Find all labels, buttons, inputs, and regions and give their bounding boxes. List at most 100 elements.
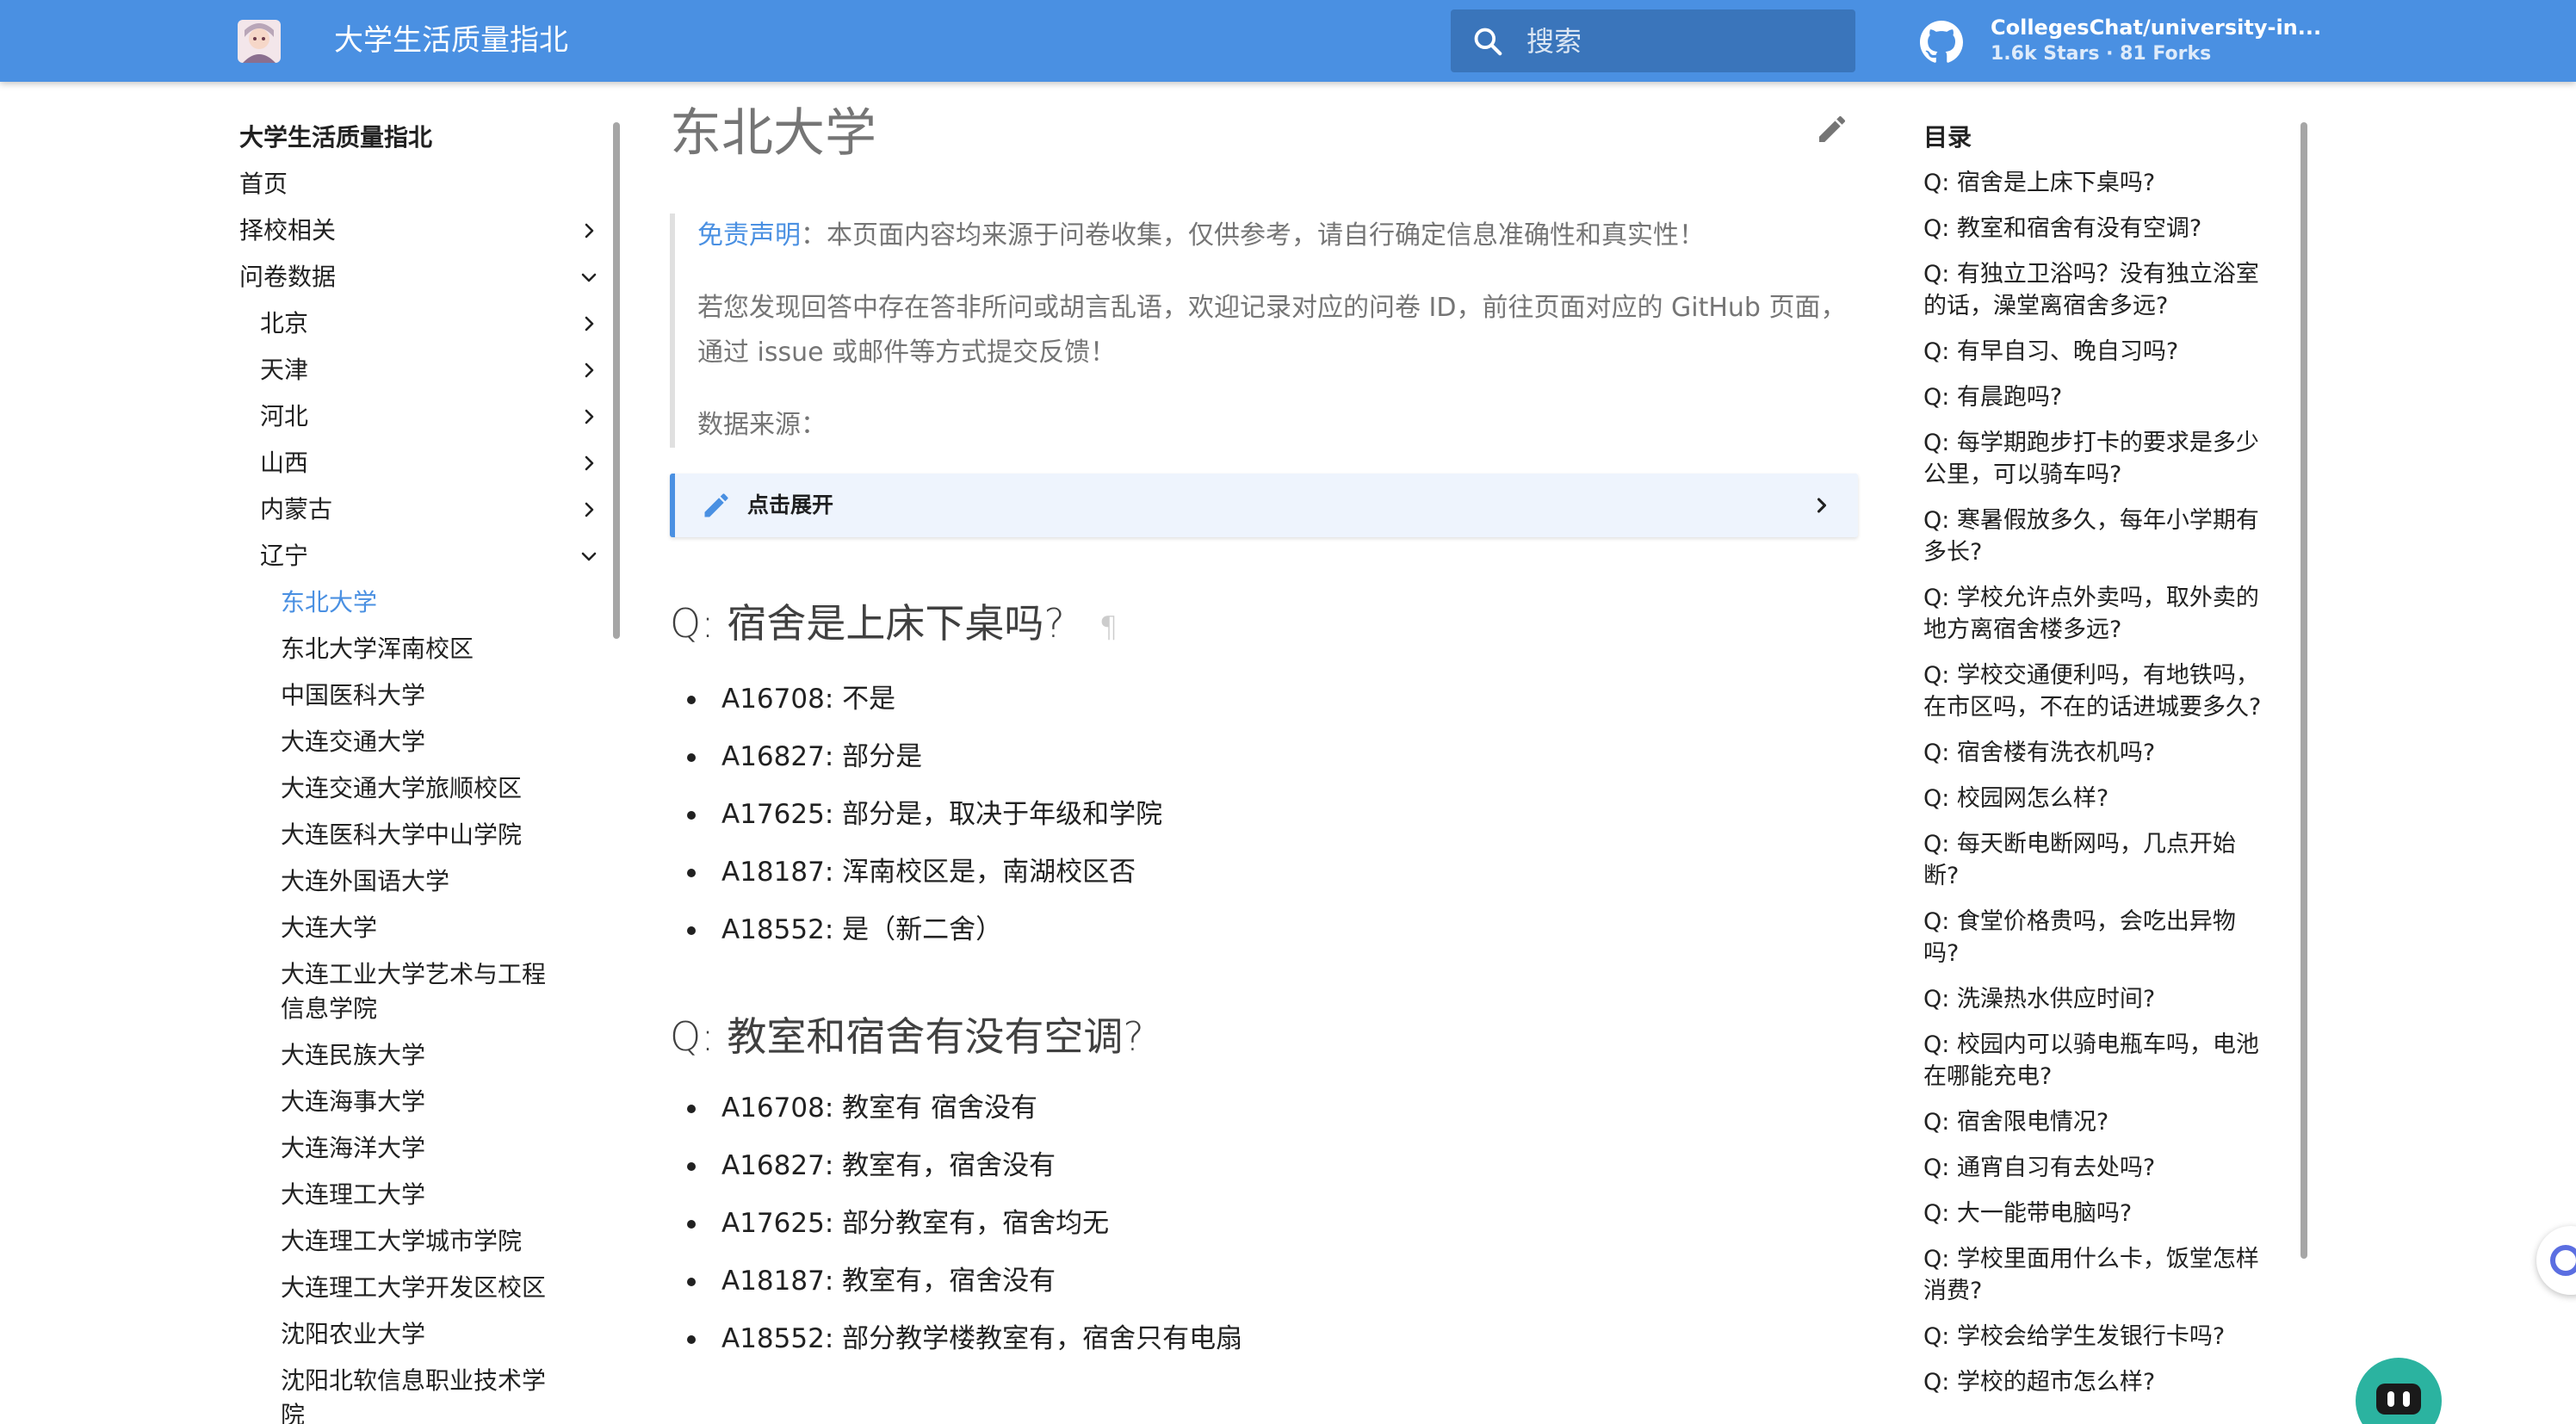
answer-list: A16708: 不是 A16827: 部分是 A17625: 部分是，取决于年级和学… <box>670 679 1858 950</box>
nav-item[interactable]: 山西 <box>239 446 601 480</box>
qa-section: Q: 教室和宿舍有没有空调? A16708: 教室有 宿舍没有 A16827: 教室… <box>670 1002 1858 1359</box>
answer-list: A16708: 教室有 宿舍没有 A16827: 教室有，宿舍没有 A17625: … <box>670 1088 1858 1359</box>
nav-item[interactable]: 大连交通大学旅顺校区 <box>239 771 601 806</box>
answer-item: A16827: 教室有，宿舍没有 <box>687 1146 1858 1186</box>
side-assistant-widget[interactable] <box>2536 1226 2576 1295</box>
search-input[interactable] <box>1526 9 1836 72</box>
nav-item[interactable]: 择校相关 <box>239 214 601 248</box>
pencil-icon <box>704 493 728 517</box>
nav-item-label: 东北大学浑南校区 <box>281 635 474 663</box>
answer-item: A18187: 教室有，宿舍没有 <box>687 1261 1858 1302</box>
toc-item[interactable]: Q: 大一能带电脑吗? <box>1923 1198 2268 1229</box>
nav-item-label: 东北大学 <box>281 588 378 616</box>
nav-item[interactable]: 中国医科大学 <box>239 678 601 713</box>
nav-item[interactable]: 大连外国语大学 <box>239 864 601 899</box>
edit-page-pencil-icon[interactable] <box>1815 112 1849 146</box>
repo-name: CollegesChat/university-in... <box>1991 15 2322 40</box>
disclaimer-blockquote: 免责声明：本页面内容均来源于问卷收集，仅供参考，请自行确定信息准确性和真实性！ … <box>670 214 1858 448</box>
nav-item[interactable]: 大连理工大学城市学院 <box>239 1224 601 1259</box>
toc-scrollbar[interactable] <box>2300 122 2307 1259</box>
toc-item[interactable]: Q: 有独立卫浴吗？没有独立浴室的话，澡堂离宿舍多远? <box>1923 258 2268 322</box>
question-heading: Q: 教室和宿舍有没有空调? <box>670 1002 1144 1071</box>
toc-item[interactable]: Q: 宿舍限电情况? <box>1923 1106 2268 1138</box>
nav-item[interactable]: 大连医科大学中山学院 <box>239 818 601 852</box>
chat-bot-icon <box>2376 1384 2421 1415</box>
nav-item-label: 择校相关 <box>239 216 337 245</box>
toc-item[interactable]: Q: 学校会给学生发银行卡吗? <box>1923 1321 2268 1353</box>
question-text: Q: 教室和宿舍有没有空调? <box>670 1013 1144 1060</box>
toc-item[interactable]: Q: 学校里面用什么卡，饭堂怎样消费? <box>1923 1243 2268 1307</box>
toc-item[interactable]: Q: 学校的超市怎么样? <box>1923 1366 2268 1398</box>
toc-item[interactable]: Q: 通宵自习有去处吗? <box>1923 1152 2268 1184</box>
chevron-right-icon <box>585 316 594 331</box>
nav-item[interactable]: 大连海事大学 <box>239 1085 601 1119</box>
disclaimer-link[interactable]: 免责声明 <box>697 220 801 251</box>
nav-item[interactable]: 大连理工大学 <box>239 1178 601 1212</box>
nav-item[interactable]: 东北大学浑南校区 <box>239 632 601 666</box>
nav-item[interactable]: 首页 <box>239 167 601 201</box>
toc-item[interactable]: Q: 有早自习、晚自习吗? <box>1923 336 2268 368</box>
github-icon <box>1920 21 1963 63</box>
nav-item[interactable]: 大连海洋大学 <box>239 1131 601 1166</box>
chevron-right-icon <box>585 223 594 238</box>
toc-item[interactable]: Q: 宿舍是上床下桌吗? <box>1923 167 2268 199</box>
nav-item[interactable]: 问卷数据 <box>239 260 601 294</box>
toc-item[interactable]: Q: 寒暑假放多久，每年小学期有多长? <box>1923 505 2268 568</box>
nav-item-label: 内蒙古 <box>260 495 333 523</box>
answer-item: A18552: 是（新二舍） <box>687 910 1858 950</box>
nav-item-label: 大连民族大学 <box>281 1041 426 1069</box>
nav-item-label: 北京 <box>260 309 309 337</box>
toc-item[interactable]: Q: 食堂价格贵吗，会吃出异物吗? <box>1923 906 2268 969</box>
nav-item[interactable]: 大连交通大学 <box>239 725 601 759</box>
chat-bot-button[interactable] <box>2356 1358 2442 1424</box>
nav-item-label: 大连交通大学旅顺校区 <box>281 774 523 802</box>
toc-title: 目录 <box>1923 123 1972 152</box>
permalink-anchor[interactable]: ¶ <box>1099 610 1118 645</box>
nav-item[interactable]: 河北 <box>239 399 601 434</box>
answer-item: A18552: 部分教学楼教室有，宿舍只有电扇 <box>687 1319 1858 1359</box>
nav-item-label: 中国医科大学 <box>281 681 426 709</box>
nav-item[interactable]: 大连理工大学开发区校区 <box>239 1271 601 1305</box>
nav-item[interactable]: 东北大学 <box>239 585 601 620</box>
repo-stats: 1.6k Stars · 81 Forks <box>1991 43 2212 65</box>
nav-item[interactable]: 辽宁 <box>239 539 601 573</box>
nav-item[interactable]: 沈阳农业大学 <box>239 1317 601 1352</box>
toc-item[interactable]: Q: 有晨跑吗? <box>1923 381 2268 413</box>
search-box[interactable] <box>1451 9 1855 72</box>
nav-item[interactable]: 大连大学 <box>239 911 601 945</box>
nav-item-label: 首页 <box>239 170 288 198</box>
toc-item[interactable]: Q: 每天断电断网吗，几点开始断? <box>1923 828 2268 892</box>
nav-item[interactable]: 北京 <box>239 306 601 341</box>
table-of-contents: 目录 Q: 宿舍是上床下桌吗? Q: 教室和宿舍有没有空调? Q: 有独立卫浴吗？没… <box>1923 121 2268 1412</box>
toc-item[interactable]: Q: 学校交通便利吗，有地铁吗，在市区吗，不在的话进城要多久? <box>1923 659 2268 723</box>
toc-item[interactable]: Q: 宿舍楼有洗衣机吗? <box>1923 737 2268 769</box>
nav-item-label: 山西 <box>260 449 309 477</box>
left-navigation: 大学生活质量指北 首页 择校相关 问卷数据 北京 天津 河北 山西 内蒙古 辽宁 东北大学 东北大学… <box>239 121 601 1424</box>
toc-item[interactable]: Q: 校园内可以骑电瓶车吗，电池在哪能充电? <box>1923 1029 2268 1093</box>
data-source-label: 数据来源： <box>697 410 827 440</box>
nav-item[interactable]: 沈阳北软信息职业技术学院 <box>239 1364 601 1424</box>
left-scrollbar[interactable] <box>613 122 620 639</box>
toc-item[interactable]: Q: 洗澡热水供应时间? <box>1923 983 2268 1015</box>
nav-item[interactable]: 内蒙古 <box>239 492 601 527</box>
toc-item[interactable]: Q: 教室和宿舍有没有空调? <box>1923 213 2268 245</box>
disclaimer-paragraph: 免责声明：本页面内容均来源于问卷收集，仅供参考，请自行确定信息准确性和真实性！ <box>697 214 1858 258</box>
disclaimer-text: ：本页面内容均来源于问卷收集，仅供参考，请自行确定信息准确性和真实性！ <box>801 220 1705 251</box>
nav-item[interactable]: 天津 <box>239 353 601 387</box>
chevron-down-icon <box>581 552 597 561</box>
answer-item: A16708: 不是 <box>687 679 1858 720</box>
site-logo[interactable] <box>238 20 281 63</box>
chevron-right-icon <box>585 502 594 517</box>
nav-item-label: 大连理工大学城市学院 <box>281 1227 523 1255</box>
site-title[interactable]: 大学生活质量指北 <box>334 19 568 62</box>
toc-item[interactable]: Q: 校园网怎么样? <box>1923 783 2268 814</box>
toc-item[interactable]: Q: 每学期跑步打卡的要求是多少公里，可以骑车吗? <box>1923 427 2268 491</box>
expand-details-toggle[interactable]: 点击展开 <box>670 474 1858 537</box>
question-text: Q: 宿舍是上床下桌吗? <box>670 600 1065 647</box>
nav-item[interactable]: 大连工业大学艺术与工程信息学院 <box>239 957 601 1026</box>
nav-item[interactable]: 大连民族大学 <box>239 1038 601 1073</box>
toc-item[interactable]: Q: 学校允许点外卖吗，取外卖的地方离宿舍楼多远? <box>1923 582 2268 646</box>
nav-item-label: 大连海洋大学 <box>281 1134 426 1162</box>
nav-item-label: 问卷数据 <box>239 263 337 291</box>
search-icon[interactable] <box>1471 25 1504 58</box>
